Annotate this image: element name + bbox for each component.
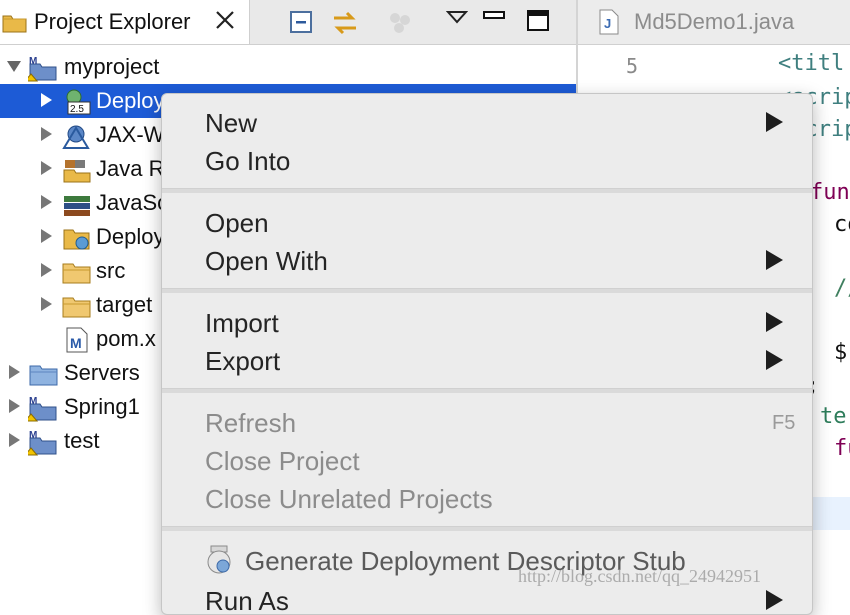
collapsed-arrow-icon[interactable] bbox=[39, 194, 53, 212]
tree-item-label: Java R bbox=[96, 156, 165, 181]
code-fragment: func bbox=[810, 180, 850, 205]
menu-item-import[interactable]: Import bbox=[162, 302, 812, 340]
svg-text:M: M bbox=[29, 430, 37, 441]
tree-item-label: Deploy bbox=[96, 88, 165, 113]
tree-item-label: src bbox=[96, 258, 126, 283]
code-fragment: te bbox=[820, 404, 847, 429]
menu-item-label: Refresh bbox=[205, 408, 297, 438]
collapsed-arrow-icon[interactable] bbox=[7, 398, 21, 416]
maximize-icon[interactable] bbox=[526, 8, 550, 37]
collapsed-arrow-icon[interactable] bbox=[7, 432, 21, 450]
svg-text:M: M bbox=[70, 335, 82, 351]
menu-item-new[interactable]: New bbox=[162, 102, 812, 140]
java-file-icon: J bbox=[598, 9, 620, 40]
tree-item-label: myproject bbox=[64, 54, 160, 79]
generate-stub-icon bbox=[204, 544, 236, 581]
folder-icon bbox=[62, 292, 92, 320]
menu-item-label: Open With bbox=[205, 246, 328, 276]
line-number: 5 bbox=[626, 54, 639, 78]
code-fragment: fu bbox=[834, 436, 850, 461]
menu-item-go-into[interactable]: Go Into bbox=[162, 140, 812, 178]
menu-item-close-unrelated-projects[interactable]: Close Unrelated Projects bbox=[162, 478, 812, 516]
menu-item-export[interactable]: Export bbox=[162, 340, 812, 378]
submenu-arrow-icon bbox=[766, 350, 783, 370]
deployed-resources-icon bbox=[62, 224, 92, 252]
menu-item-label: New bbox=[205, 108, 258, 138]
menu-item-close-project[interactable]: Close Project bbox=[162, 440, 812, 478]
tree-item-myproject[interactable]: M myproject bbox=[0, 50, 576, 84]
menu-separator bbox=[162, 388, 812, 393]
code-fragment: co bbox=[834, 212, 850, 237]
expanded-arrow-icon[interactable] bbox=[6, 58, 21, 76]
jax-ws-icon bbox=[62, 122, 92, 150]
submenu-arrow-icon bbox=[766, 312, 783, 332]
menu-shortcut: F5 bbox=[772, 412, 796, 434]
context-menu: New Go Into Open Open With Import Export… bbox=[161, 93, 813, 615]
collapsed-arrow-icon[interactable] bbox=[7, 364, 21, 382]
collapsed-arrow-icon[interactable] bbox=[39, 262, 53, 280]
menu-item-label: Close Unrelated Projects bbox=[205, 484, 493, 514]
menu-item-label: Export bbox=[205, 346, 281, 376]
editor-tab-bar: J Md5Demo1.java bbox=[578, 0, 850, 45]
minimize-icon[interactable] bbox=[482, 8, 506, 37]
tree-item-label: pom.x bbox=[96, 326, 156, 351]
tree-item-label: test bbox=[64, 428, 100, 453]
project-explorer-tab[interactable]: Project Explorer bbox=[0, 0, 250, 44]
code-fragment: // bbox=[834, 276, 850, 301]
svg-text:J: J bbox=[604, 16, 611, 31]
tree-item-label: Spring1 bbox=[64, 394, 140, 419]
menu-separator bbox=[162, 288, 812, 293]
menu-separator bbox=[162, 188, 812, 193]
menu-item-label: Open bbox=[205, 208, 269, 238]
svg-text:M: M bbox=[29, 396, 37, 407]
tree-item-label: JavaSc bbox=[96, 190, 169, 215]
svg-text:M: M bbox=[29, 56, 37, 67]
menu-separator bbox=[162, 526, 812, 531]
tree-item-label: target bbox=[96, 292, 153, 317]
view-menu-icon[interactable] bbox=[445, 10, 469, 31]
maven-project-icon: M bbox=[23, 54, 58, 82]
explorer-tab-bar: Project Explorer bbox=[0, 0, 578, 45]
collapsed-arrow-icon[interactable] bbox=[39, 160, 53, 178]
project-explorer-icon bbox=[2, 10, 28, 39]
watermark: http://blog.csdn.net/qq_24942951 bbox=[518, 566, 761, 586]
code-fragment: $ bbox=[834, 340, 848, 365]
focus-icon bbox=[385, 8, 415, 43]
maven-project-icon: M bbox=[23, 428, 58, 456]
close-icon[interactable] bbox=[214, 9, 236, 35]
maven-project-icon: M bbox=[23, 394, 58, 422]
explorer-tab-title: Project Explorer bbox=[34, 9, 191, 34]
link-with-editor-icon[interactable] bbox=[330, 8, 360, 43]
collapsed-arrow-icon[interactable] bbox=[39, 126, 53, 144]
code-fragment: <titl bbox=[778, 51, 845, 76]
menu-item-label: Close Project bbox=[205, 446, 360, 476]
menu-item-open[interactable]: Open bbox=[162, 202, 812, 240]
maven-pom-icon: M bbox=[64, 326, 94, 354]
collapse-all-icon[interactable] bbox=[288, 8, 316, 41]
tree-item-label: JAX-W bbox=[96, 122, 165, 147]
tree-item-label: Deploy bbox=[96, 224, 165, 249]
java-resources-icon bbox=[62, 156, 92, 184]
collapsed-arrow-icon[interactable] bbox=[39, 296, 53, 314]
menu-item-open-with[interactable]: Open With bbox=[162, 240, 812, 278]
menu-item-label: Import bbox=[205, 308, 279, 338]
folder-icon bbox=[29, 360, 59, 388]
folder-icon bbox=[62, 258, 92, 286]
menu-item-label: Go Into bbox=[205, 146, 291, 176]
javascript-resources-icon bbox=[62, 190, 92, 218]
menu-item-refresh[interactable]: Refresh F5 bbox=[162, 402, 812, 440]
menu-item-label: Run As bbox=[205, 586, 289, 615]
tree-item-label: Servers bbox=[64, 360, 140, 385]
editor-tab-title[interactable]: Md5Demo1.java bbox=[634, 9, 794, 35]
svg-text:2.5: 2.5 bbox=[70, 104, 84, 115]
submenu-arrow-icon bbox=[766, 590, 783, 610]
collapsed-arrow-icon[interactable] bbox=[39, 92, 53, 110]
submenu-arrow-icon bbox=[766, 112, 783, 132]
submenu-arrow-icon bbox=[766, 250, 783, 270]
collapsed-arrow-icon[interactable] bbox=[39, 228, 53, 246]
deployment-descriptor-icon: 2.5 bbox=[62, 88, 92, 116]
